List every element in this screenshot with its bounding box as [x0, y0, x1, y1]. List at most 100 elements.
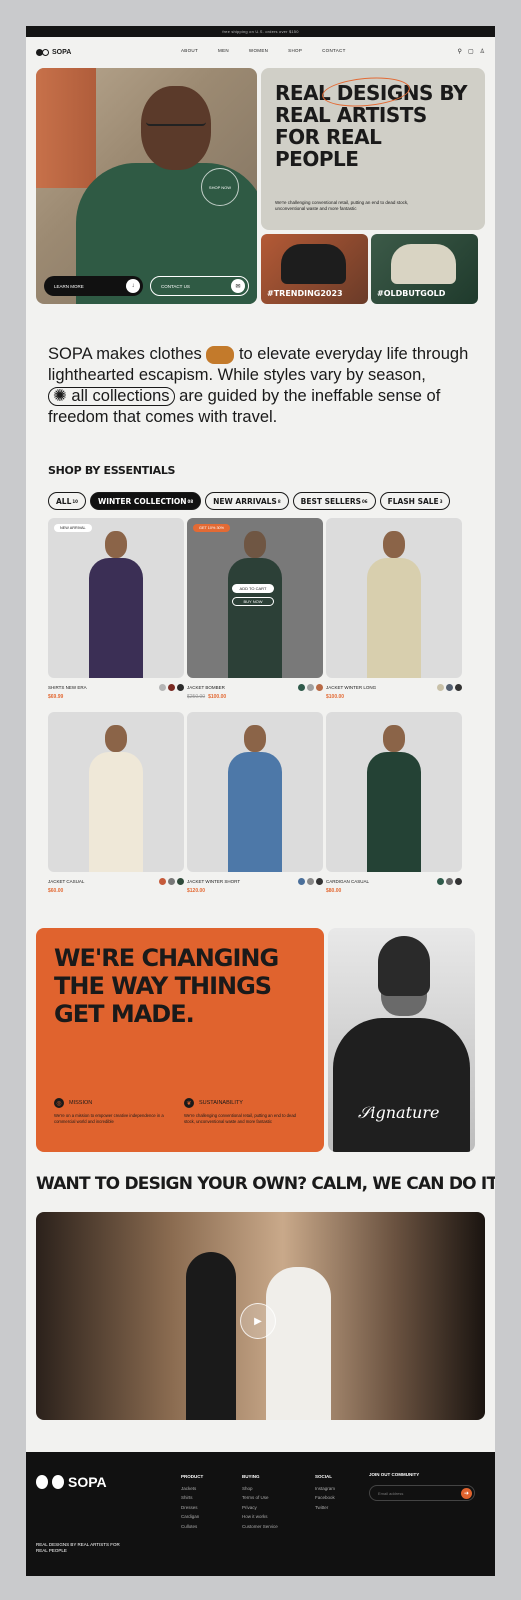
hero-headline-card: REAL DESIGNS BY REAL ARTISTS FOR REAL PE… — [261, 68, 485, 230]
footer-logo[interactable]: SOPA — [36, 1474, 107, 1490]
product-price: $80.00 — [326, 888, 342, 894]
buy-now-button[interactable]: BUY NOW — [232, 597, 274, 606]
footer-link[interactable]: Cardigan — [181, 1512, 203, 1522]
product-card[interactable]: NEW ARRIVAL SHIRTS NEW ERA $69.99 — [48, 518, 184, 712]
play-icon[interactable]: ▶ — [240, 1303, 276, 1339]
logo-mark-icon — [36, 1475, 48, 1489]
nav-men[interactable]: MEN — [218, 48, 229, 53]
nav-shop[interactable]: SHOP — [288, 48, 302, 53]
product-card[interactable]: GET 10% 30% ADD TO CART BUY NOW JACKET B… — [187, 518, 323, 712]
swatch[interactable] — [177, 878, 184, 885]
mission-card: WE'RE CHANGING THE WAY THINGS GET MADE. … — [36, 928, 324, 1152]
arrow-right-icon[interactable]: ➜ — [461, 1488, 472, 1499]
product-name: JACKET CASUAL — [48, 879, 85, 884]
sustainability-text: We're challenging conventional retail, p… — [184, 1113, 297, 1124]
product-image[interactable] — [326, 518, 462, 678]
main-menu: ABOUT MEN WOMEN SHOP CONTACT — [181, 48, 346, 53]
portrait-image: 𝒮ignature — [328, 928, 475, 1152]
color-swatches — [437, 684, 462, 691]
mail-icon: ✉ — [231, 279, 245, 293]
footer-tagline: REAL DESIGNS BY REAL ARTISTS FOR REAL PE… — [36, 1542, 120, 1553]
page-frame: free shipping on U.S. orders over $150 S… — [26, 26, 495, 1576]
filter-winter-collection[interactable]: WINTER COLLECTION 08 — [89, 492, 202, 510]
product-name: CARDIGAN CASUAL — [326, 879, 370, 884]
footer-link[interactable]: Terms of Use — [242, 1493, 278, 1503]
footer-link[interactable]: Twitter — [315, 1503, 335, 1513]
add-to-cart-button[interactable]: ADD TO CART — [232, 584, 274, 593]
footer-link[interactable]: How it works — [242, 1512, 278, 1522]
trending-tile[interactable]: #TRENDING2023 — [261, 234, 368, 304]
swatch[interactable] — [177, 684, 184, 691]
swatch[interactable] — [316, 878, 323, 885]
swatch[interactable] — [446, 878, 453, 885]
swatch[interactable] — [437, 878, 444, 885]
footer-link[interactable]: Cullotes — [181, 1522, 203, 1532]
user-icon[interactable]: ♙ — [480, 48, 485, 55]
product-price: $120.00 — [187, 888, 206, 894]
learn-more-button[interactable]: LEARN MORE ↓ — [44, 276, 143, 296]
product-card[interactable]: JACKET WINTER SHORT $120.00 — [187, 712, 323, 906]
swatch[interactable] — [159, 878, 166, 885]
footer-link[interactable]: Instagram — [315, 1484, 335, 1494]
footer-link[interactable]: Shirts — [181, 1493, 203, 1503]
nav-about[interactable]: ABOUT — [181, 48, 198, 53]
swatch[interactable] — [437, 684, 444, 691]
product-card[interactable]: JACKET CASUAL $60.00 — [48, 712, 184, 906]
cart-icon[interactable]: ▢ — [468, 48, 474, 55]
footer-col-social: SOCIAL Instagram Facebook Twitter — [315, 1472, 335, 1512]
product-card[interactable]: CARDIGAN CASUAL $80.00 — [326, 712, 462, 906]
filter-all[interactable]: ALL 10 — [48, 492, 86, 510]
color-swatches — [437, 878, 462, 885]
product-image[interactable] — [187, 712, 323, 872]
product-tag: NEW ARRIVAL — [54, 524, 92, 532]
swatch[interactable] — [298, 878, 305, 885]
swatch[interactable] — [168, 878, 175, 885]
all-collections-pill[interactable]: ✺ all collections — [48, 387, 175, 406]
intro-statement: SOPA makes clothes to elevate everyday l… — [48, 344, 478, 428]
footer-link[interactable]: Facebook — [315, 1493, 335, 1503]
product-image[interactable] — [48, 712, 184, 872]
product-image[interactable]: NEW ARRIVAL — [48, 518, 184, 678]
email-field[interactable]: Email address ➜ — [369, 1485, 475, 1501]
product-name: JACKET BOMBER — [187, 685, 225, 690]
product-name: JACKET WINTER SHORT — [187, 879, 241, 884]
nav-women[interactable]: WOMEN — [249, 48, 268, 53]
footer-link[interactable]: Dresses — [181, 1503, 203, 1513]
swatch[interactable] — [455, 878, 462, 885]
filter-new-arrivals[interactable]: NEW ARRIVALS 8 — [205, 492, 289, 510]
learn-more-label: LEARN MORE — [54, 283, 84, 289]
product-grid: NEW ARRIVAL SHIRTS NEW ERA $69.99 GET 10… — [48, 518, 463, 906]
color-swatches — [298, 878, 323, 885]
hero-image: SHOP NOW LEARN MORE ↓ CONTACT US ✉ — [36, 68, 257, 304]
filter-flash-sale[interactable]: FLASH SALE 3 — [379, 492, 451, 510]
swatch[interactable] — [446, 684, 453, 691]
leaf-icon: ❦ — [184, 1098, 194, 1108]
footer-link[interactable]: Jackets — [181, 1484, 203, 1494]
search-icon[interactable]: ⚲ — [458, 48, 462, 55]
swatch[interactable] — [307, 878, 314, 885]
shop-now-button[interactable]: SHOP NOW — [201, 168, 239, 206]
footer-link[interactable]: Shop — [242, 1484, 278, 1494]
swatch[interactable] — [159, 684, 166, 691]
swatch[interactable] — [307, 684, 314, 691]
oldbutgold-tile[interactable]: #OLDBUTGOLD — [371, 234, 478, 304]
product-price: $60.00 — [48, 888, 64, 894]
swatch[interactable] — [316, 684, 323, 691]
video-banner[interactable]: ▶ — [36, 1212, 485, 1420]
filter-best-sellers[interactable]: BEST SELLERS 06 — [292, 492, 376, 510]
product-price: $69.99 — [48, 694, 64, 700]
logo-ring-icon — [42, 48, 49, 56]
product-card[interactable]: JACKET WINTER LONG $100.00 — [326, 518, 462, 712]
color-swatches — [159, 684, 184, 691]
swatch[interactable] — [298, 684, 305, 691]
product-image[interactable] — [326, 712, 462, 872]
product-image[interactable]: GET 10% 30% ADD TO CART BUY NOW — [187, 518, 323, 678]
swatch[interactable] — [168, 684, 175, 691]
contact-us-button[interactable]: CONTACT US ✉ — [150, 276, 249, 296]
swatch[interactable] — [455, 684, 462, 691]
footer-link[interactable]: Customer Service — [242, 1522, 278, 1532]
arrow-down-icon: ↓ — [126, 279, 140, 293]
footer-link[interactable]: Privacy — [242, 1503, 278, 1513]
logo[interactable]: SOPA — [36, 48, 71, 56]
nav-contact[interactable]: CONTACT — [322, 48, 346, 53]
